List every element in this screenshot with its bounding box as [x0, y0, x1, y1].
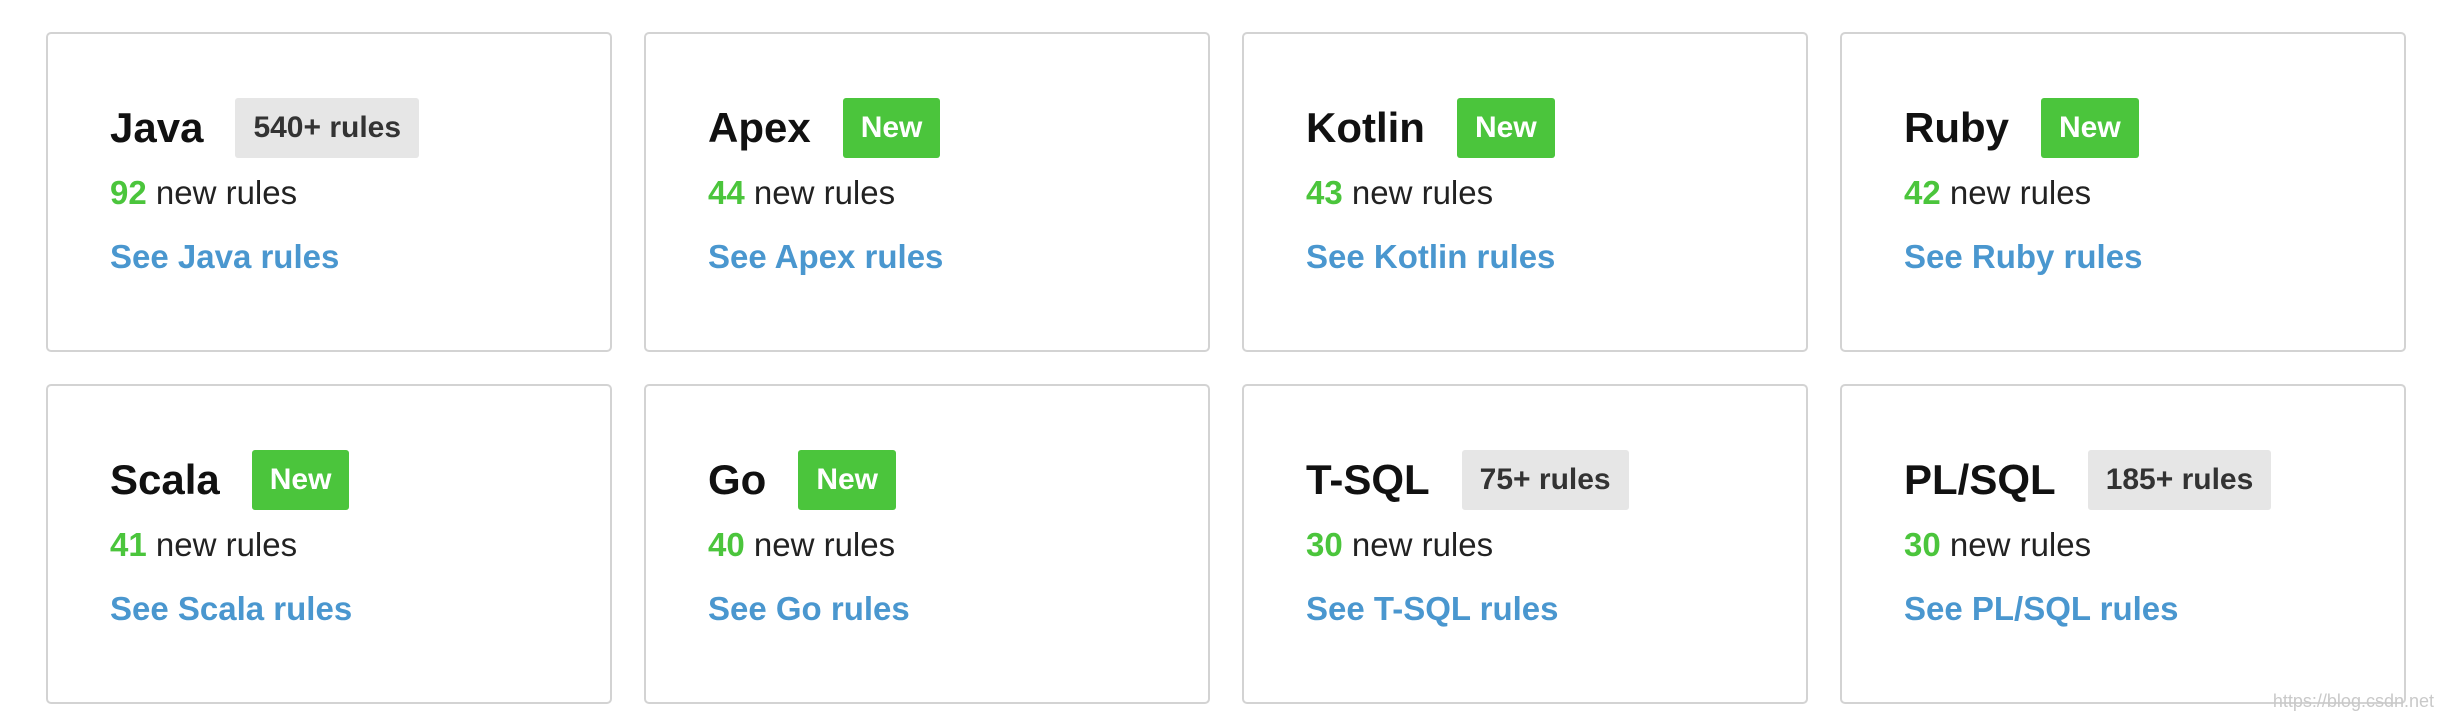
- language-cards-grid: Java 540+ rules 92 new rules See Java ru…: [46, 32, 2406, 704]
- see-apex-rules-link[interactable]: See Apex rules: [708, 232, 943, 282]
- card-tsql: T-SQL 75+ rules 30 new rules See T-SQL r…: [1242, 384, 1808, 704]
- see-go-rules-link[interactable]: See Go rules: [708, 584, 910, 634]
- new-rules-line: 30 new rules: [1904, 520, 2404, 570]
- see-java-rules-link[interactable]: See Java rules: [110, 232, 339, 282]
- new-rules-count: 30: [1904, 526, 1941, 563]
- new-rules-count: 92: [110, 174, 147, 211]
- see-kotlin-rules-link[interactable]: See Kotlin rules: [1306, 232, 1555, 282]
- card-title-row: PL/SQL 185+ rules: [1904, 450, 2404, 510]
- new-rules-line: 30 new rules: [1306, 520, 1806, 570]
- card-title-row: Go New: [708, 450, 1208, 510]
- new-rules-line: 40 new rules: [708, 520, 1208, 570]
- see-plsql-rules-link[interactable]: See PL/SQL rules: [1904, 584, 2179, 634]
- new-rules-label: new rules: [1342, 526, 1494, 563]
- new-rules-label: new rules: [1940, 174, 2092, 211]
- new-rules-label: new rules: [146, 526, 298, 563]
- new-rules-count: 41: [110, 526, 147, 563]
- new-rules-count: 30: [1306, 526, 1343, 563]
- card-java: Java 540+ rules 92 new rules See Java ru…: [46, 32, 612, 352]
- card-title-row: Kotlin New: [1306, 98, 1806, 158]
- new-badge: New: [842, 98, 941, 158]
- new-rules-line: 41 new rules: [110, 520, 610, 570]
- language-name: T-SQL: [1306, 456, 1430, 503]
- watermark: https://blog.csdn.net: [2272, 691, 2434, 711]
- card-title-row: Java 540+ rules: [110, 98, 610, 158]
- language-name: Ruby: [1904, 104, 2009, 151]
- card-title-row: Ruby New: [1904, 98, 2404, 158]
- new-badge: New: [798, 450, 897, 510]
- new-rules-count: 44: [708, 174, 745, 211]
- see-tsql-rules-link[interactable]: See T-SQL rules: [1306, 584, 1559, 634]
- new-badge: New: [1456, 98, 1555, 158]
- rules-count-badge: 185+ rules: [2087, 450, 2272, 510]
- new-rules-line: 44 new rules: [708, 168, 1208, 218]
- card-go: Go New 40 new rules See Go rules: [644, 384, 1210, 704]
- language-name: Kotlin: [1306, 104, 1425, 151]
- card-title-row: T-SQL 75+ rules: [1306, 450, 1806, 510]
- card-scala: Scala New 41 new rules See Scala rules: [46, 384, 612, 704]
- language-name: Scala: [110, 456, 220, 503]
- rules-count-badge: 540+ rules: [235, 98, 420, 158]
- language-name: Go: [708, 456, 767, 503]
- card-kotlin: Kotlin New 43 new rules See Kotlin rules: [1242, 32, 1808, 352]
- card-apex: Apex New 44 new rules See Apex rules: [644, 32, 1210, 352]
- see-scala-rules-link[interactable]: See Scala rules: [110, 584, 352, 634]
- new-rules-label: new rules: [744, 526, 896, 563]
- new-rules-label: new rules: [146, 174, 298, 211]
- card-ruby: Ruby New 42 new rules See Ruby rules: [1840, 32, 2406, 352]
- new-badge: New: [2041, 98, 2139, 158]
- language-name: PL/SQL: [1904, 456, 2056, 503]
- new-rules-label: new rules: [1342, 174, 1494, 211]
- language-name: Java: [110, 104, 204, 151]
- language-name: Apex: [708, 104, 811, 151]
- new-rules-label: new rules: [744, 174, 896, 211]
- new-rules-line: 42 new rules: [1904, 168, 2404, 218]
- new-rules-count: 42: [1904, 174, 1941, 211]
- new-rules-line: 43 new rules: [1306, 168, 1806, 218]
- new-rules-count: 40: [708, 526, 745, 563]
- new-badge: New: [251, 450, 350, 510]
- new-rules-line: 92 new rules: [110, 168, 610, 218]
- new-rules-label: new rules: [1940, 526, 2092, 563]
- card-title-row: Scala New: [110, 450, 610, 510]
- card-plsql: PL/SQL 185+ rules 30 new rules See PL/SQ…: [1840, 384, 2406, 704]
- card-title-row: Apex New: [708, 98, 1208, 158]
- see-ruby-rules-link[interactable]: See Ruby rules: [1904, 232, 2142, 282]
- rules-count-badge: 75+ rules: [1461, 450, 1629, 510]
- new-rules-count: 43: [1306, 174, 1343, 211]
